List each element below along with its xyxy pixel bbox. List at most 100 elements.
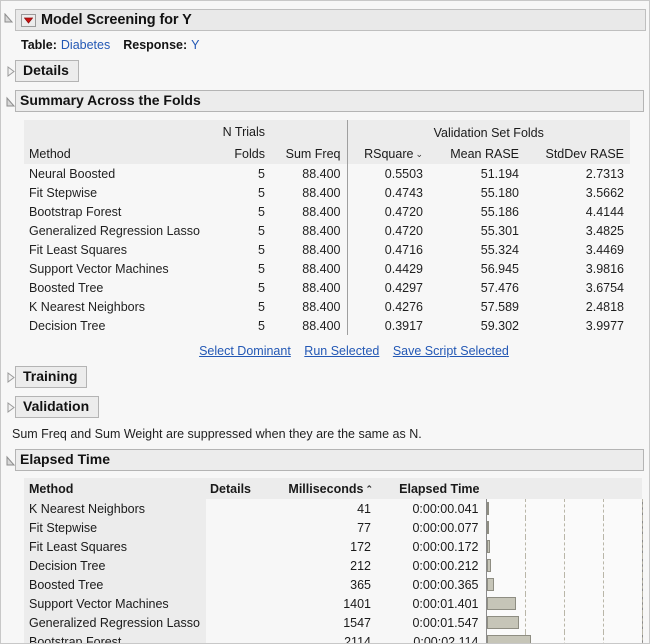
cell-method: Boosted Tree <box>24 575 206 594</box>
cell-details <box>206 613 268 632</box>
cell-elapsed-time: 0:00:00.365 <box>378 575 486 594</box>
disclosure-closed-icon[interactable] <box>6 402 15 413</box>
response-name-link[interactable]: Y <box>191 38 199 52</box>
cell-elapsed-time: 0:00:00.212 <box>378 556 486 575</box>
table-row[interactable]: Decision Tree588.4000.391759.3023.9977 <box>24 316 630 335</box>
cell-mean-rase: 55.301 <box>429 221 525 240</box>
cell-method: Neural Boosted <box>24 164 206 183</box>
cell-bar-chart <box>486 518 642 537</box>
cell-bar-chart <box>486 594 642 613</box>
table-row[interactable]: Fit Least Squares1720:00:00.172 <box>24 537 642 556</box>
chart-gridline <box>603 556 604 575</box>
table-row[interactable]: Decision Tree2120:00:00.212 <box>24 556 642 575</box>
cell-folds: 5 <box>206 202 271 221</box>
cell-method: Fit Stepwise <box>24 518 206 537</box>
sort-descending-icon: ⌄ <box>415 149 423 159</box>
table-row[interactable]: Fit Stepwise588.4000.474355.1803.5662 <box>24 183 630 202</box>
table-row[interactable]: Boosted Tree588.4000.429757.4763.6754 <box>24 278 630 297</box>
header-mean-rase[interactable]: Mean RASE <box>429 142 525 164</box>
chart-gridline <box>525 575 526 594</box>
chart-gridline <box>564 518 565 537</box>
cell-folds: 5 <box>206 297 271 316</box>
section-training[interactable]: Training <box>1 366 649 388</box>
cell-mean-rase: 55.180 <box>429 183 525 202</box>
disclosure-open-icon[interactable] <box>6 455 15 466</box>
header-milliseconds-label: Milliseconds <box>288 482 363 496</box>
cell-rsquare: 0.5503 <box>347 164 429 183</box>
table-row[interactable]: Generalized Regression Lasso588.4000.472… <box>24 221 630 240</box>
cell-method: Fit Stepwise <box>24 183 206 202</box>
cell-rsquare: 0.4720 <box>347 221 429 240</box>
table-row[interactable]: Bootstrap Forest588.4000.472055.1864.414… <box>24 202 630 221</box>
table-row[interactable]: K Nearest Neighbors588.4000.427657.5892.… <box>24 297 630 316</box>
summary-table-body: Neural Boosted588.4000.550351.1942.7313F… <box>24 164 630 335</box>
table-row[interactable]: Boosted Tree 3650:00:00.365 <box>24 575 642 594</box>
report-disclosure-toggle[interactable] <box>1 13 15 24</box>
cell-method: Decision Tree <box>24 556 206 575</box>
header-method[interactable]: Method <box>24 142 206 164</box>
cell-sum-freq: 88.400 <box>271 202 347 221</box>
cell-folds: 5 <box>206 316 271 335</box>
section-elapsed-time[interactable]: Elapsed Time <box>1 449 649 471</box>
report-title-row: Model Screening for Y <box>1 1 649 31</box>
section-validation-label[interactable]: Validation <box>15 396 99 418</box>
cell-mean-rase: 57.589 <box>429 297 525 316</box>
table-row[interactable]: Generalized Regression Lasso15470:00:01.… <box>24 613 642 632</box>
chart-gridline <box>642 499 643 518</box>
header-elapsed-chart <box>486 478 642 499</box>
cell-sum-freq: 88.400 <box>271 316 347 335</box>
cell-bar-chart <box>486 537 642 556</box>
cell-stddev-rase: 3.4469 <box>525 240 630 259</box>
elapsed-header-row: Method Details Milliseconds⌃ Elapsed Tim… <box>24 478 642 499</box>
elapsed-table: Method Details Milliseconds⌃ Elapsed Tim… <box>24 478 643 644</box>
run-selected-link[interactable]: Run Selected <box>304 344 379 358</box>
disclosure-open-icon[interactable] <box>6 96 15 107</box>
elapsed-time-bar <box>487 521 489 534</box>
table-row[interactable]: Fit Stepwise770:00:00.077 <box>24 518 642 537</box>
section-validation[interactable]: Validation <box>1 396 649 418</box>
table-name-link[interactable]: Diabetes <box>61 38 110 52</box>
red-triangle-menu-icon[interactable] <box>21 14 36 27</box>
header-folds[interactable]: Folds <box>206 142 271 164</box>
table-row[interactable]: Support Vector Machines588.4000.442956.9… <box>24 259 630 278</box>
header-rsquare[interactable]: RSquare⌄ <box>347 142 429 164</box>
table-row[interactable]: Support Vector Machines14010:00:01.401 <box>24 594 642 613</box>
section-training-label[interactable]: Training <box>15 366 87 388</box>
summary-group-header-row: N Trials Validation Set Folds <box>24 120 630 142</box>
table-label: Table: <box>21 38 57 52</box>
section-elapsed-time-label[interactable]: Elapsed Time <box>15 449 644 471</box>
chart-gridline <box>642 632 643 644</box>
cell-milliseconds: 172 <box>268 537 378 556</box>
header-elapsed-milliseconds[interactable]: Milliseconds⌃ <box>268 478 378 499</box>
cell-rsquare: 0.4429 <box>347 259 429 278</box>
select-dominant-link[interactable]: Select Dominant <box>199 344 291 358</box>
table-row[interactable]: Fit Least Squares588.4000.471655.3243.44… <box>24 240 630 259</box>
header-elapsed-details[interactable]: Details <box>206 478 268 499</box>
disclosure-closed-icon[interactable] <box>6 66 15 77</box>
table-row[interactable]: Bootstrap Forest21140:00:02.114 <box>24 632 642 644</box>
chart-gridline <box>603 499 604 518</box>
header-elapsed-method[interactable]: Method <box>24 478 206 499</box>
cell-method: Boosted Tree <box>24 278 206 297</box>
cell-mean-rase: 57.476 <box>429 278 525 297</box>
save-script-selected-link[interactable]: Save Script Selected <box>393 344 509 358</box>
table-row[interactable]: K Nearest Neighbors410:00:00.041 <box>24 499 642 518</box>
source-info-row: Table: Diabetes Response: Y <box>21 38 649 52</box>
chart-gridline <box>642 537 643 556</box>
table-row[interactable]: Neural Boosted588.4000.550351.1942.7313 <box>24 164 630 183</box>
header-sum-freq[interactable]: Sum Freq <box>271 142 347 164</box>
cell-details <box>206 499 268 518</box>
disclosure-closed-icon[interactable] <box>6 372 15 383</box>
header-stddev-rase[interactable]: StdDev RASE <box>525 142 630 164</box>
chart-gridline <box>525 518 526 537</box>
section-details[interactable]: Details <box>1 60 649 82</box>
cell-bar-chart <box>486 613 642 632</box>
cell-rsquare: 0.3917 <box>347 316 429 335</box>
header-elapsed-time[interactable]: Elapsed Time <box>378 478 486 499</box>
cell-elapsed-time: 0:00:02.114 <box>378 632 486 644</box>
section-summary[interactable]: Summary Across the Folds <box>1 90 649 112</box>
chart-gridline <box>642 556 643 575</box>
cell-milliseconds: 365 <box>268 575 378 594</box>
section-summary-label[interactable]: Summary Across the Folds <box>15 90 644 112</box>
section-details-label[interactable]: Details <box>15 60 79 82</box>
